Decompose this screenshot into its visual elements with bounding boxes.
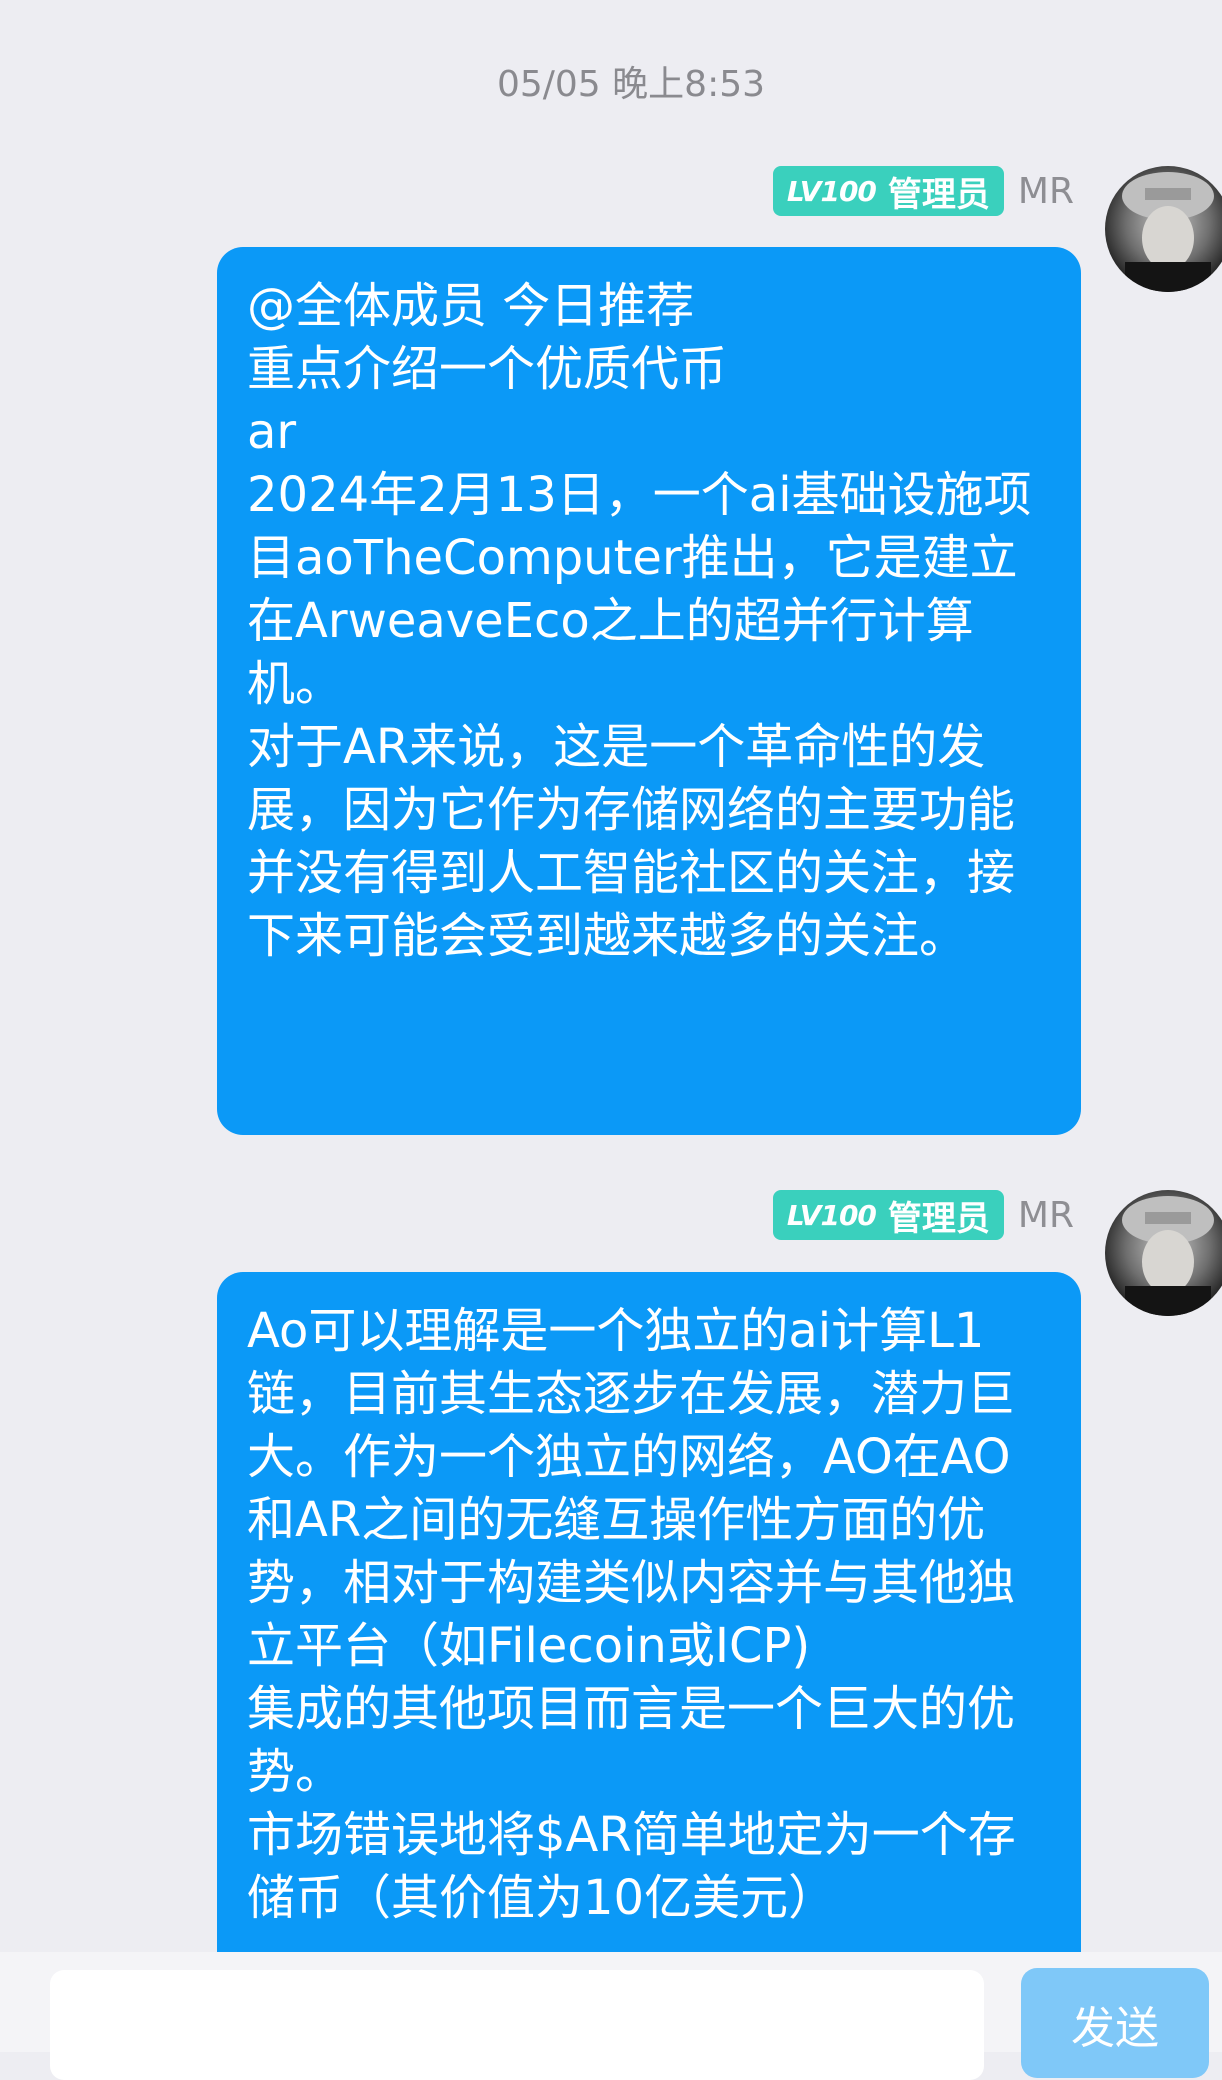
level-label: LV100 (786, 1198, 877, 1232)
avatar[interactable] (1105, 1190, 1222, 1316)
avatar-photo-icon (1122, 172, 1214, 292)
message-timestamp: 05/05 晚上8:53 (496, 64, 766, 105)
role-label: 管理员 (887, 174, 990, 215)
sender-info: LV100 管理员 MR (772, 1190, 1074, 1240)
admin-badge: LV100 管理员 (772, 1190, 1004, 1240)
admin-badge: LV100 管理员 (772, 166, 1004, 216)
chat-area[interactable]: 05/05 晚上8:53 LV100 管理员 MR @全体成员 今日推荐 重点介… (0, 0, 1222, 1952)
level-label: LV100 (786, 174, 877, 208)
sender-name[interactable]: MR (1018, 1195, 1074, 1236)
message-bubble[interactable]: @全体成员 今日推荐 重点介绍一个优质代币 ar 2024年2月13日，一个ai… (217, 247, 1081, 1135)
send-button[interactable]: 发送 (1021, 1968, 1209, 2078)
message-input[interactable] (50, 1970, 984, 2080)
sender-info: LV100 管理员 MR (772, 166, 1074, 216)
role-label: 管理员 (887, 1198, 990, 1239)
input-bar: 发送 (0, 1952, 1222, 2080)
avatar-photo-icon (1122, 1196, 1214, 1316)
message-bubble[interactable]: Ao可以理解是一个独立的ai计算L1链，目前其生态逐步在发展，潜力巨大。作为一个… (217, 1272, 1081, 1952)
sender-name[interactable]: MR (1018, 171, 1074, 212)
avatar[interactable] (1105, 166, 1222, 292)
